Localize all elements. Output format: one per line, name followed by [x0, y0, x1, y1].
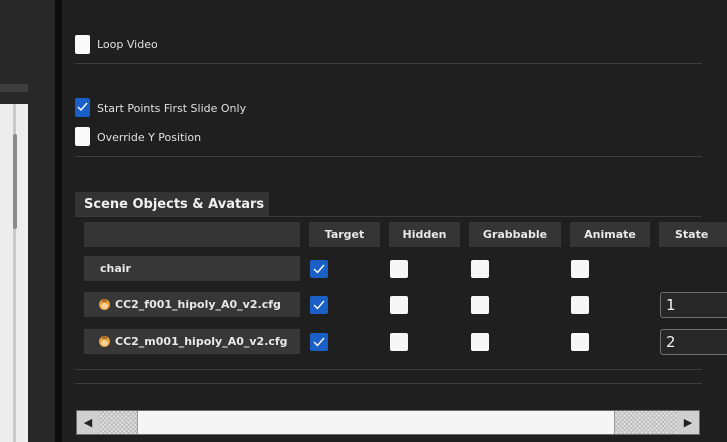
scroll-right-button[interactable]: ▶ [677, 411, 699, 434]
section-underline [75, 216, 702, 217]
override-y-position-label: Override Y Position [97, 131, 202, 144]
left-panel-list[interactable] [0, 104, 28, 442]
checkmark-icon [313, 337, 325, 347]
checkmark-icon [313, 264, 325, 274]
row-grabbable-checkbox[interactable] [471, 296, 489, 314]
table-row-name[interactable]: CC2_m001_hipoly_A0_v2.cfg [84, 329, 300, 354]
inspector-panel [62, 0, 727, 442]
checkmark-icon [313, 300, 325, 310]
row-hidden-checkbox[interactable] [390, 296, 408, 314]
column-header-animate[interactable]: Animate [570, 222, 650, 247]
column-header-target[interactable]: Target [309, 222, 380, 247]
row-hidden-checkbox[interactable] [390, 333, 408, 351]
left-panel-scroll-thumb[interactable] [13, 134, 17, 229]
panel-splitter[interactable] [55, 0, 62, 442]
row-animate-checkbox[interactable] [571, 260, 589, 278]
row-name-label: CC2_f001_hipoly_A0_v2.cfg [115, 298, 281, 311]
row-target-checkbox[interactable] [310, 260, 328, 278]
scroll-track-left[interactable] [99, 411, 137, 434]
table-row-name[interactable]: CC2_f001_hipoly_A0_v2.cfg [84, 292, 300, 317]
row-animate-checkbox[interactable] [571, 296, 589, 314]
scroll-track-right[interactable] [615, 411, 677, 434]
row-grabbable-checkbox[interactable] [471, 260, 489, 278]
column-header-state[interactable]: State [659, 222, 727, 247]
row-state-input[interactable]: 2 [660, 329, 727, 355]
override-y-position-checkbox[interactable] [75, 127, 90, 146]
row-state-input[interactable]: 1 [660, 292, 727, 318]
loop-video-label: Loop Video [97, 38, 158, 51]
start-points-first-slide-only-label: Start Points First Slide Only [97, 102, 247, 115]
row-name-label: chair [100, 262, 131, 275]
left-panel-header-strip [0, 84, 28, 92]
left-panel [0, 0, 55, 442]
chevron-left-icon: ◀ [83, 416, 93, 429]
section-title: Scene Objects & Avatars [84, 197, 265, 212]
row-target-checkbox[interactable] [310, 333, 328, 351]
scroll-thumb[interactable] [137, 411, 615, 434]
divider [75, 383, 702, 384]
row-target-checkbox[interactable] [310, 296, 328, 314]
divider [75, 156, 702, 157]
table-row-name[interactable]: chair [84, 256, 300, 281]
avatar-icon [99, 336, 110, 347]
checkmark-icon [77, 102, 88, 112]
divider [75, 63, 702, 64]
loop-video-checkbox[interactable] [75, 35, 90, 54]
row-name-label: CC2_m001_hipoly_A0_v2.cfg [115, 335, 288, 348]
column-header-grabbable[interactable]: Grabbable [469, 222, 561, 247]
horizontal-scrollbar[interactable]: ◀ ▶ [76, 410, 700, 435]
row-hidden-checkbox[interactable] [390, 260, 408, 278]
avatar-icon [99, 299, 110, 310]
start-points-first-slide-only-checkbox[interactable] [75, 98, 90, 117]
chevron-right-icon: ▶ [683, 416, 693, 429]
scroll-left-button[interactable]: ◀ [77, 411, 99, 434]
row-animate-checkbox[interactable] [571, 333, 589, 351]
divider [75, 369, 702, 370]
row-grabbable-checkbox[interactable] [471, 333, 489, 351]
column-header-name [84, 222, 300, 247]
column-header-hidden[interactable]: Hidden [389, 222, 460, 247]
